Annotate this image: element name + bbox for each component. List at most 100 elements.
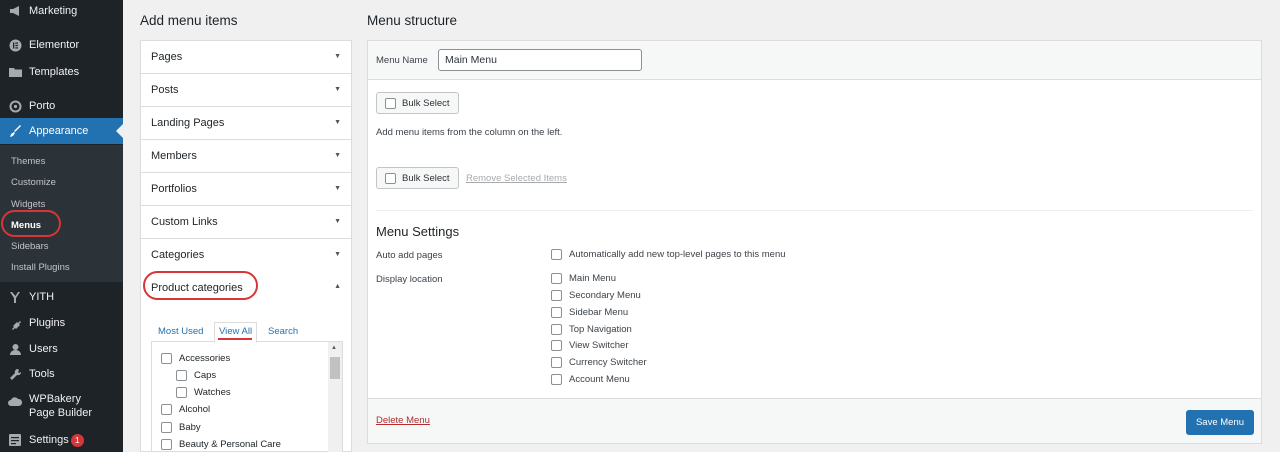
sidebar-item-templates[interactable]: Templates [0,59,123,85]
submenu-item-widgets[interactable]: Widgets [11,199,45,210]
sidebar-item-label: YITH [29,291,55,303]
user-icon [8,342,22,356]
sidebar-item-label: Templates [29,66,80,78]
accordion-categories[interactable]: Categories ▼ [141,239,351,272]
sidebar-item-marketing[interactable]: Marketing [0,0,123,24]
sidebar-item-appearance[interactable]: Appearance [0,118,123,144]
scrollbar-thumb[interactable] [330,357,340,379]
checkbox[interactable] [551,249,562,260]
category-item[interactable]: Caps [176,370,216,381]
category-item[interactable]: Baby [161,422,201,433]
location-top-navigation[interactable]: Top Navigation [551,324,632,335]
bulk-select-button[interactable]: Bulk Select [376,92,459,114]
category-scrollbar[interactable]: ▲ [328,342,342,452]
checkbox[interactable] [176,387,187,398]
location-sidebar-menu[interactable]: Sidebar Menu [551,307,628,318]
location-account-menu[interactable]: Account Menu [551,374,630,385]
annotation-circle-product-categories [143,271,258,300]
checkbox[interactable] [161,422,172,433]
location-view-switcher[interactable]: View Switcher [551,340,629,351]
sidebar-item-elementor[interactable]: Elementor [0,32,123,58]
category-item[interactable]: Alcohol [161,404,210,415]
settings-icon [8,433,22,447]
auto-add-label: Auto add pages [376,250,443,261]
menu-name-input[interactable] [438,49,642,71]
checkbox[interactable] [176,370,187,381]
menu-structure-panel: Menu Name Bulk Select Add menu items fro… [367,40,1262,444]
tab-search[interactable]: Search [268,326,298,337]
accordion-portfolios[interactable]: Portfolios ▼ [141,173,351,206]
accordion-label: Custom Links [151,216,218,228]
brush-icon [8,124,22,138]
checkbox[interactable] [551,273,562,284]
chevron-up-icon: ▲ [334,283,341,290]
tab-most-used[interactable]: Most Used [158,326,203,337]
sidebar-item-label: WPBakery Page Builder [29,393,92,419]
accordion-posts[interactable]: Posts ▼ [141,74,351,107]
checkbox[interactable] [551,324,562,335]
accordion-label: Members [151,150,197,162]
category-item[interactable]: Beauty & Personal Care [161,439,281,450]
category-item[interactable]: Accessories [161,353,230,364]
sidebar-item-label: Marketing [29,5,78,17]
sidebar-item-wpbakery[interactable]: WPBakery Page Builder [0,392,123,424]
checkbox[interactable] [161,353,172,364]
auto-add-option[interactable]: Automatically add new top-level pages to… [551,249,786,260]
menu-structure-title: Menu structure [367,13,458,28]
annotation-underline-view-all [218,338,252,340]
yith-icon [8,290,22,304]
megaphone-icon [8,4,22,18]
checkbox[interactable] [161,439,172,450]
accordion-members[interactable]: Members ▼ [141,140,351,173]
sidebar-item-tools[interactable]: Tools [0,361,123,387]
bulk-select-button-bottom[interactable]: Bulk Select [376,167,459,189]
admin-sidebar: Marketing Elementor Templates Porto Appe… [0,0,123,452]
display-location-label: Display location [376,274,443,285]
chevron-down-icon: ▼ [334,185,341,192]
checkbox[interactable] [385,97,396,109]
wrench-icon [8,367,22,381]
sidebar-item-porto[interactable]: Porto [0,93,123,119]
sidebar-item-users[interactable]: Users [0,336,123,362]
sidebar-item-label: Users [29,343,58,355]
checkbox[interactable] [385,172,396,184]
add-menu-items-title: Add menu items [140,13,238,28]
submenu-item-themes[interactable]: Themes [11,156,45,167]
chevron-down-icon: ▼ [334,86,341,93]
chevron-down-icon: ▼ [334,119,341,126]
accordion-landing-pages[interactable]: Landing Pages ▼ [141,107,351,140]
menu-name-label: Menu Name [376,55,428,66]
accordion-label: Landing Pages [151,117,225,129]
delete-menu-link[interactable]: Delete Menu [376,415,430,426]
plug-icon [8,316,22,330]
sidebar-item-label: Settings [29,434,69,446]
location-main-menu[interactable]: Main Menu [551,273,616,284]
checkbox[interactable] [551,374,562,385]
remove-selected-link[interactable]: Remove Selected Items [466,173,567,184]
accordion-custom-links[interactable]: Custom Links ▼ [141,206,351,239]
sidebar-item-yith[interactable]: YITH [0,284,123,310]
chevron-down-icon: ▼ [334,251,341,258]
accordion-pages[interactable]: Pages ▼ [141,41,351,74]
sidebar-item-label: Porto [29,100,56,112]
scroll-up-icon[interactable]: ▲ [331,345,337,351]
checkbox[interactable] [551,357,562,368]
submenu-item-sidebars[interactable]: Sidebars [11,241,49,252]
submenu-item-install-plugins[interactable]: Install Plugins [11,262,70,273]
checkbox[interactable] [551,307,562,318]
checkbox[interactable] [161,404,172,415]
checkbox[interactable] [551,340,562,351]
porto-icon [8,99,22,113]
location-currency-switcher[interactable]: Currency Switcher [551,357,647,368]
location-secondary-menu[interactable]: Secondary Menu [551,290,641,301]
save-menu-button[interactable]: Save Menu [1186,410,1254,435]
sidebar-item-settings[interactable]: Settings 1 [0,427,123,452]
menu-settings-title: Menu Settings [376,224,460,239]
accordion-label: Portfolios [151,183,197,195]
submenu-item-customize[interactable]: Customize [11,177,56,188]
category-item[interactable]: Watches [176,387,231,398]
sidebar-item-plugins[interactable]: Plugins [0,310,123,336]
sidebar-item-label: Elementor [29,39,80,51]
checkbox[interactable] [551,290,562,301]
menu-name-header: Menu Name [368,41,1261,80]
